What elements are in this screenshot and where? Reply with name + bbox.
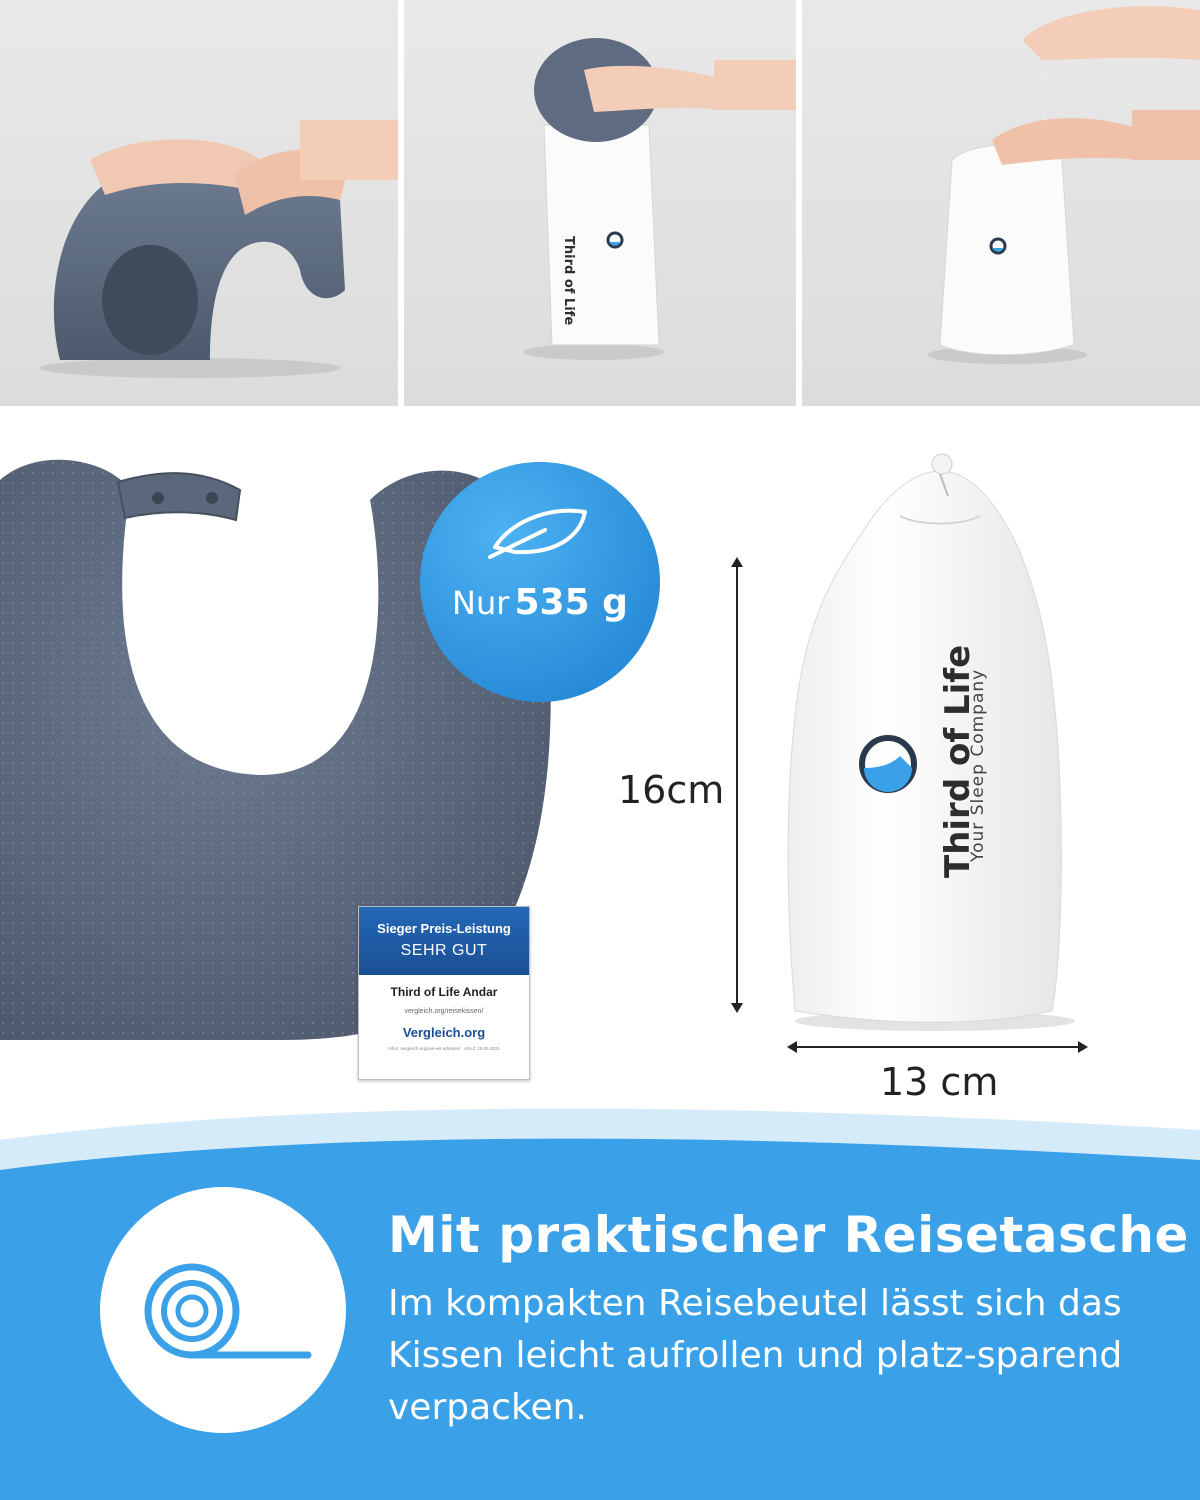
width-label: 13 cm	[880, 1060, 999, 1104]
award-grade: SEHR GUT	[400, 942, 488, 959]
small-bag-brand: Third of Life	[561, 236, 576, 326]
bag-brand-tagline: Your Sleep Company	[968, 668, 988, 862]
roll-icon	[144, 1263, 312, 1359]
weight-value: 535 g	[514, 582, 628, 623]
photo-panel-compress	[0, 0, 398, 406]
weight-badge: Nur 535 g	[420, 462, 660, 702]
roll-icon-circle	[100, 1187, 346, 1433]
bag-closing-illustration	[927, 6, 1200, 364]
photo-panel-pack: Third of Life	[404, 0, 796, 406]
bag-packing-illustration	[524, 38, 796, 360]
width-arrow	[787, 1041, 1088, 1053]
award-title: Sieger Preis-Leistung	[377, 921, 511, 936]
photo-panel-close	[802, 0, 1200, 406]
feather-icon	[488, 508, 587, 559]
weight-prefix: Nur	[452, 584, 510, 622]
award-seal: Sieger Preis-Leistung SEHR GUT Third of …	[358, 906, 530, 1080]
feature-headline: Mit praktischer Reisetasche	[388, 1206, 1189, 1264]
height-arrow	[731, 557, 743, 1013]
weight-text: Nur 535 g	[420, 582, 660, 623]
pillow-compressed-illustration	[40, 120, 398, 378]
award-brand: Vergleich.org	[402, 1025, 486, 1040]
height-label: 16cm	[618, 768, 725, 812]
award-info: Infos: vergleich.org/wie-wir-arbeiten/ ·…	[388, 1046, 500, 1051]
award-product: Third of Life Andar	[390, 985, 498, 999]
award-header: Sieger Preis-Leistung SEHR GUT	[359, 907, 529, 975]
feature-description: Im kompakten Reisebeutel lässt sich das …	[388, 1283, 1123, 1428]
award-url: vergleich.org/reisekissen/	[404, 1008, 484, 1015]
